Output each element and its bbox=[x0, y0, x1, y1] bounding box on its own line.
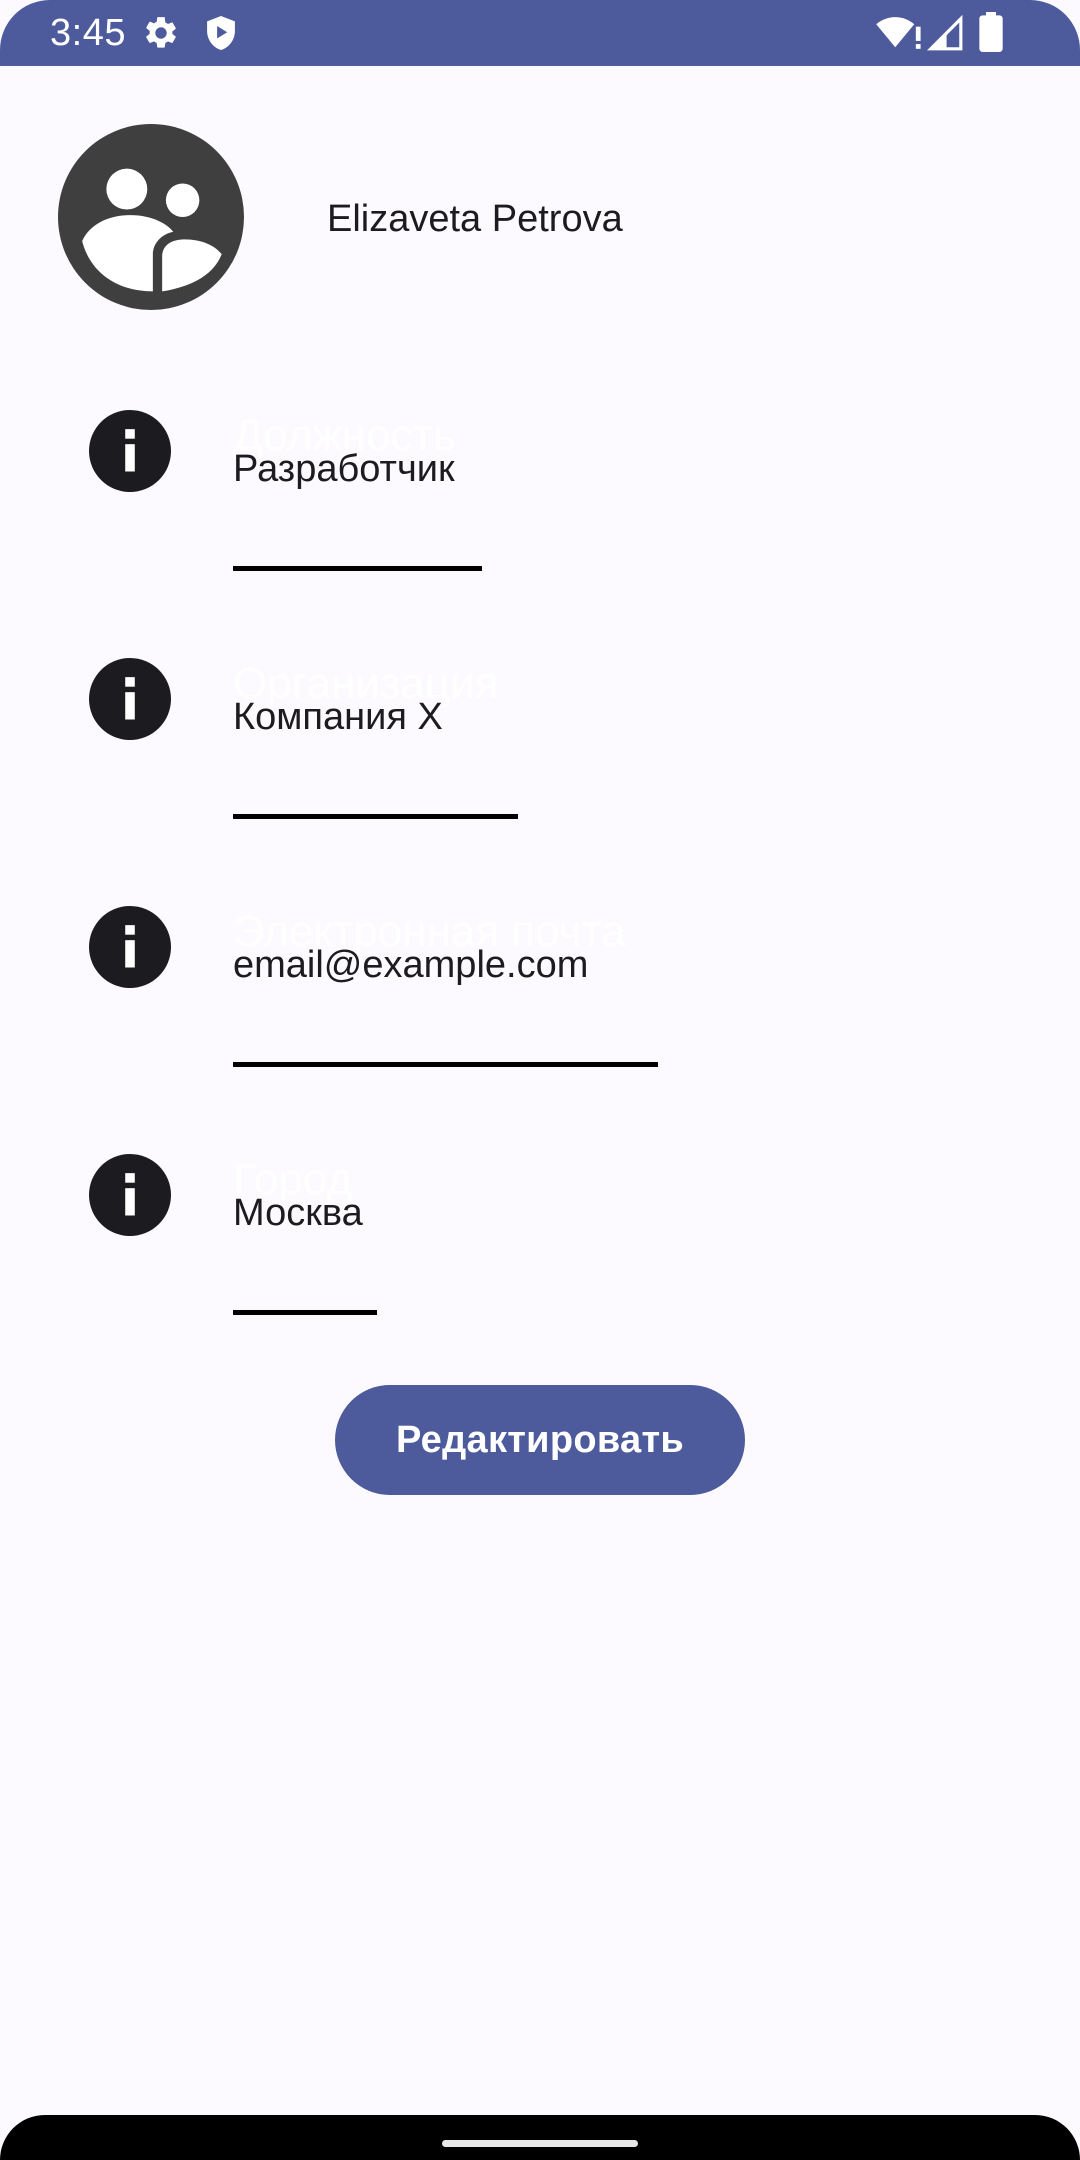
email-value: email@example.com bbox=[233, 944, 589, 986]
info-icon bbox=[89, 1154, 171, 1236]
profile-name: Elizaveta Petrova bbox=[327, 198, 623, 240]
email-field[interactable]: Электронная почта email@example.com bbox=[233, 906, 626, 988]
organization-underline bbox=[233, 814, 518, 819]
cellular-signal-icon bbox=[926, 14, 963, 51]
edit-button[interactable]: Редактировать bbox=[335, 1385, 745, 1495]
city-field[interactable]: Город Москва bbox=[233, 1154, 363, 1236]
email-underline bbox=[233, 1062, 658, 1067]
group-avatar-icon bbox=[58, 124, 244, 310]
gear-icon bbox=[146, 17, 176, 48]
info-row-email: Электронная почта email@example.com bbox=[0, 906, 1080, 1146]
info-icon bbox=[89, 658, 171, 740]
shield-play-icon bbox=[207, 16, 235, 50]
info-icon bbox=[89, 906, 171, 988]
info-row-organization: Организация Компания X bbox=[0, 658, 1080, 898]
city-underline bbox=[233, 1310, 377, 1315]
organization-field[interactable]: Организация Компания X bbox=[233, 658, 498, 740]
status-time: 3:45 bbox=[50, 12, 126, 54]
info-row-position: Должность Разработчик bbox=[0, 410, 1080, 650]
home-gesture-handle[interactable] bbox=[442, 2140, 638, 2147]
info-row-city: Город Москва bbox=[0, 1154, 1080, 1394]
position-value: Разработчик bbox=[233, 448, 455, 490]
city-value: Москва bbox=[233, 1192, 363, 1234]
position-underline bbox=[233, 566, 482, 571]
status-bar: 3:45 bbox=[0, 0, 1080, 66]
info-icon bbox=[89, 410, 171, 492]
battery-icon bbox=[979, 12, 1003, 52]
navigation-bar bbox=[0, 2115, 1080, 2160]
position-field[interactable]: Должность Разработчик bbox=[233, 410, 456, 492]
wifi-alert-icon bbox=[876, 17, 921, 49]
